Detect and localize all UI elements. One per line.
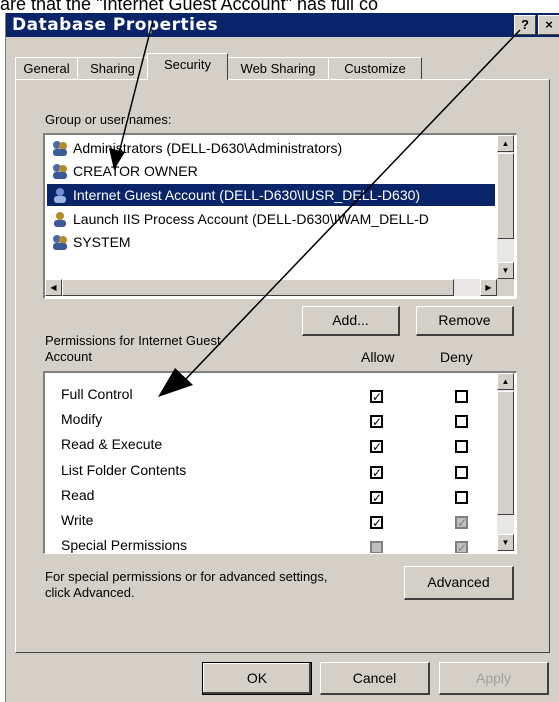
arrow-head [158,368,193,397]
arrow-head [109,148,125,170]
annotation-arrow [117,19,154,158]
tab-security[interactable]: Security [147,53,228,80]
annotation-arrow [181,29,521,384]
annotation-arrows [109,19,521,397]
